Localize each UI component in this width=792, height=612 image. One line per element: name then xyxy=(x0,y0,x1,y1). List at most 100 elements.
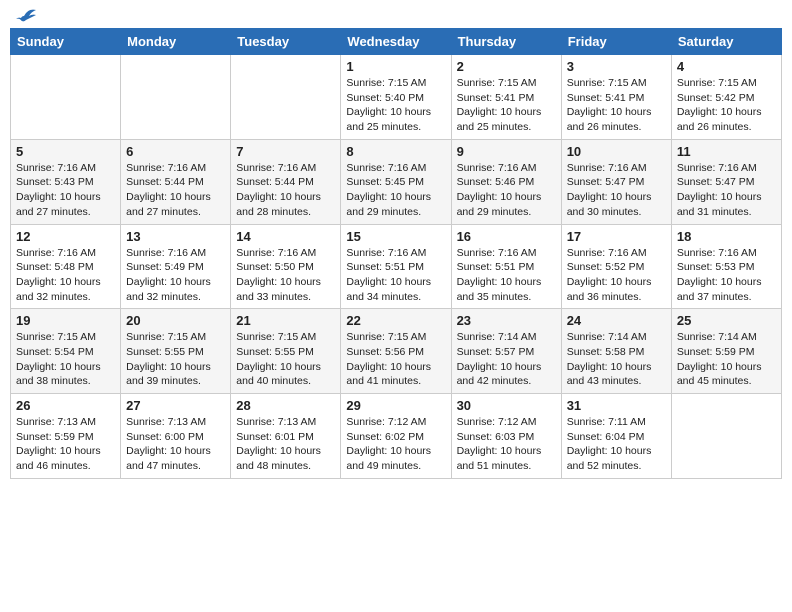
calendar-cell: 29Sunrise: 7:12 AM Sunset: 6:02 PM Dayli… xyxy=(341,394,451,479)
day-info: Sunrise: 7:15 AM Sunset: 5:41 PM Dayligh… xyxy=(457,76,556,135)
calendar-cell: 5 Sunrise: 7:16 AM Sunset: 5:43 PM Daylig… xyxy=(11,139,121,224)
day-header-saturday: Saturday xyxy=(671,29,781,55)
calendar-cell: 8 Sunrise: 7:16 AM Sunset: 5:45 PM Daylig… xyxy=(341,139,451,224)
day-number: 16 xyxy=(457,229,556,244)
day-number: 14 xyxy=(236,229,335,244)
calendar-cell: 26 Sunrise: 7:13 AM Sunset: 5:59 PM Dayli… xyxy=(11,394,121,479)
calendar-cell: 19 Sunrise: 7:15 AM Sunset: 5:54 PM Dayli… xyxy=(11,309,121,394)
day-info: Sunrise: 7:15 AM Sunset: 5:55 PM Dayligh… xyxy=(236,330,335,389)
page-header xyxy=(10,10,782,20)
day-number: 17 xyxy=(567,229,666,244)
calendar-week-2: 5 Sunrise: 7:16 AM Sunset: 5:43 PM Daylig… xyxy=(11,139,782,224)
day-info: Sunrise: 7:12 AM Sunset: 6:03 PM Dayligh… xyxy=(457,415,556,474)
calendar-week-5: 26 Sunrise: 7:13 AM Sunset: 5:59 PM Dayli… xyxy=(11,394,782,479)
day-info: Sunrise: 7:16 AM Sunset: 5:47 PM Dayligh… xyxy=(567,161,666,220)
day-number: 5 xyxy=(16,144,115,159)
day-number: 7 xyxy=(236,144,335,159)
day-number: 21 xyxy=(236,313,335,328)
day-number: 20 xyxy=(126,313,225,328)
calendar-cell: 18Sunrise: 7:16 AM Sunset: 5:53 PM Dayli… xyxy=(671,224,781,309)
calendar-cell: 20 Sunrise: 7:15 AM Sunset: 5:55 PM Dayli… xyxy=(121,309,231,394)
calendar-cell: 17 Sunrise: 7:16 AM Sunset: 5:52 PM Dayli… xyxy=(561,224,671,309)
calendar-cell: 31Sunrise: 7:11 AM Sunset: 6:04 PM Dayli… xyxy=(561,394,671,479)
calendar-cell: 11 Sunrise: 7:16 AM Sunset: 5:47 PM Dayli… xyxy=(671,139,781,224)
day-info: Sunrise: 7:15 AM Sunset: 5:41 PM Dayligh… xyxy=(567,76,666,135)
day-number: 19 xyxy=(16,313,115,328)
calendar-cell: 10 Sunrise: 7:16 AM Sunset: 5:47 PM Dayli… xyxy=(561,139,671,224)
day-number: 13 xyxy=(126,229,225,244)
calendar-cell: 15 Sunrise: 7:16 AM Sunset: 5:51 PM Dayli… xyxy=(341,224,451,309)
day-info: Sunrise: 7:16 AM Sunset: 5:53 PM Dayligh… xyxy=(677,246,776,305)
day-info: Sunrise: 7:12 AM Sunset: 6:02 PM Dayligh… xyxy=(346,415,445,474)
day-number: 10 xyxy=(567,144,666,159)
day-info: Sunrise: 7:14 AM Sunset: 5:57 PM Dayligh… xyxy=(457,330,556,389)
calendar-cell: 7 Sunrise: 7:16 AM Sunset: 5:44 PM Daylig… xyxy=(231,139,341,224)
calendar-cell: 25 Sunrise: 7:14 AM Sunset: 5:59 PM Dayli… xyxy=(671,309,781,394)
day-info: Sunrise: 7:13 AM Sunset: 5:59 PM Dayligh… xyxy=(16,415,115,474)
day-number: 8 xyxy=(346,144,445,159)
day-number: 3 xyxy=(567,59,666,74)
calendar-cell: 13 Sunrise: 7:16 AM Sunset: 5:49 PM Dayli… xyxy=(121,224,231,309)
calendar-header-row: SundayMondayTuesdayWednesdayThursdayFrid… xyxy=(11,29,782,55)
day-info: Sunrise: 7:16 AM Sunset: 5:51 PM Dayligh… xyxy=(457,246,556,305)
day-number: 23 xyxy=(457,313,556,328)
day-number: 11 xyxy=(677,144,776,159)
day-info: Sunrise: 7:16 AM Sunset: 5:52 PM Dayligh… xyxy=(567,246,666,305)
calendar-cell: 9Sunrise: 7:16 AM Sunset: 5:46 PM Daylig… xyxy=(451,139,561,224)
day-info: Sunrise: 7:16 AM Sunset: 5:48 PM Dayligh… xyxy=(16,246,115,305)
calendar-cell: 27Sunrise: 7:13 AM Sunset: 6:00 PM Dayli… xyxy=(121,394,231,479)
calendar-cell xyxy=(671,394,781,479)
day-number: 24 xyxy=(567,313,666,328)
day-header-friday: Friday xyxy=(561,29,671,55)
day-info: Sunrise: 7:16 AM Sunset: 5:51 PM Dayligh… xyxy=(346,246,445,305)
day-info: Sunrise: 7:15 AM Sunset: 5:42 PM Dayligh… xyxy=(677,76,776,135)
logo-bird-icon xyxy=(16,6,38,24)
calendar-cell: 21 Sunrise: 7:15 AM Sunset: 5:55 PM Dayli… xyxy=(231,309,341,394)
calendar-cell: 6 Sunrise: 7:16 AM Sunset: 5:44 PM Daylig… xyxy=(121,139,231,224)
day-number: 1 xyxy=(346,59,445,74)
calendar-cell xyxy=(231,55,341,140)
day-number: 22 xyxy=(346,313,445,328)
day-info: Sunrise: 7:16 AM Sunset: 5:50 PM Dayligh… xyxy=(236,246,335,305)
calendar-cell: 3 Sunrise: 7:15 AM Sunset: 5:41 PM Daylig… xyxy=(561,55,671,140)
day-number: 6 xyxy=(126,144,225,159)
calendar-cell: 24Sunrise: 7:14 AM Sunset: 5:58 PM Dayli… xyxy=(561,309,671,394)
day-info: Sunrise: 7:13 AM Sunset: 6:01 PM Dayligh… xyxy=(236,415,335,474)
day-number: 9 xyxy=(457,144,556,159)
day-header-tuesday: Tuesday xyxy=(231,29,341,55)
calendar-cell: 28Sunrise: 7:13 AM Sunset: 6:01 PM Dayli… xyxy=(231,394,341,479)
day-info: Sunrise: 7:16 AM Sunset: 5:47 PM Dayligh… xyxy=(677,161,776,220)
calendar-week-4: 19 Sunrise: 7:15 AM Sunset: 5:54 PM Dayli… xyxy=(11,309,782,394)
day-info: Sunrise: 7:16 AM Sunset: 5:43 PM Dayligh… xyxy=(16,161,115,220)
calendar-cell xyxy=(11,55,121,140)
day-number: 2 xyxy=(457,59,556,74)
calendar-cell: 23 Sunrise: 7:14 AM Sunset: 5:57 PM Dayli… xyxy=(451,309,561,394)
day-number: 15 xyxy=(346,229,445,244)
calendar-cell: 2 Sunrise: 7:15 AM Sunset: 5:41 PM Daylig… xyxy=(451,55,561,140)
day-number: 26 xyxy=(16,398,115,413)
day-info: Sunrise: 7:13 AM Sunset: 6:00 PM Dayligh… xyxy=(126,415,225,474)
day-header-sunday: Sunday xyxy=(11,29,121,55)
calendar-cell xyxy=(121,55,231,140)
logo xyxy=(14,10,38,20)
calendar-cell: 14 Sunrise: 7:16 AM Sunset: 5:50 PM Dayli… xyxy=(231,224,341,309)
day-info: Sunrise: 7:15 AM Sunset: 5:40 PM Dayligh… xyxy=(346,76,445,135)
day-number: 30 xyxy=(457,398,556,413)
calendar-cell: 1 Sunrise: 7:15 AM Sunset: 5:40 PM Daylig… xyxy=(341,55,451,140)
day-info: Sunrise: 7:15 AM Sunset: 5:55 PM Dayligh… xyxy=(126,330,225,389)
day-info: Sunrise: 7:16 AM Sunset: 5:45 PM Dayligh… xyxy=(346,161,445,220)
day-header-monday: Monday xyxy=(121,29,231,55)
day-number: 25 xyxy=(677,313,776,328)
day-number: 4 xyxy=(677,59,776,74)
calendar-week-3: 12Sunrise: 7:16 AM Sunset: 5:48 PM Dayli… xyxy=(11,224,782,309)
calendar-cell: 12Sunrise: 7:16 AM Sunset: 5:48 PM Dayli… xyxy=(11,224,121,309)
calendar-cell: 4 Sunrise: 7:15 AM Sunset: 5:42 PM Daylig… xyxy=(671,55,781,140)
day-info: Sunrise: 7:16 AM Sunset: 5:44 PM Dayligh… xyxy=(126,161,225,220)
calendar-cell: 16 Sunrise: 7:16 AM Sunset: 5:51 PM Dayli… xyxy=(451,224,561,309)
day-info: Sunrise: 7:14 AM Sunset: 5:59 PM Dayligh… xyxy=(677,330,776,389)
day-info: Sunrise: 7:16 AM Sunset: 5:49 PM Dayligh… xyxy=(126,246,225,305)
day-info: Sunrise: 7:15 AM Sunset: 5:54 PM Dayligh… xyxy=(16,330,115,389)
day-info: Sunrise: 7:16 AM Sunset: 5:44 PM Dayligh… xyxy=(236,161,335,220)
day-info: Sunrise: 7:15 AM Sunset: 5:56 PM Dayligh… xyxy=(346,330,445,389)
day-number: 31 xyxy=(567,398,666,413)
